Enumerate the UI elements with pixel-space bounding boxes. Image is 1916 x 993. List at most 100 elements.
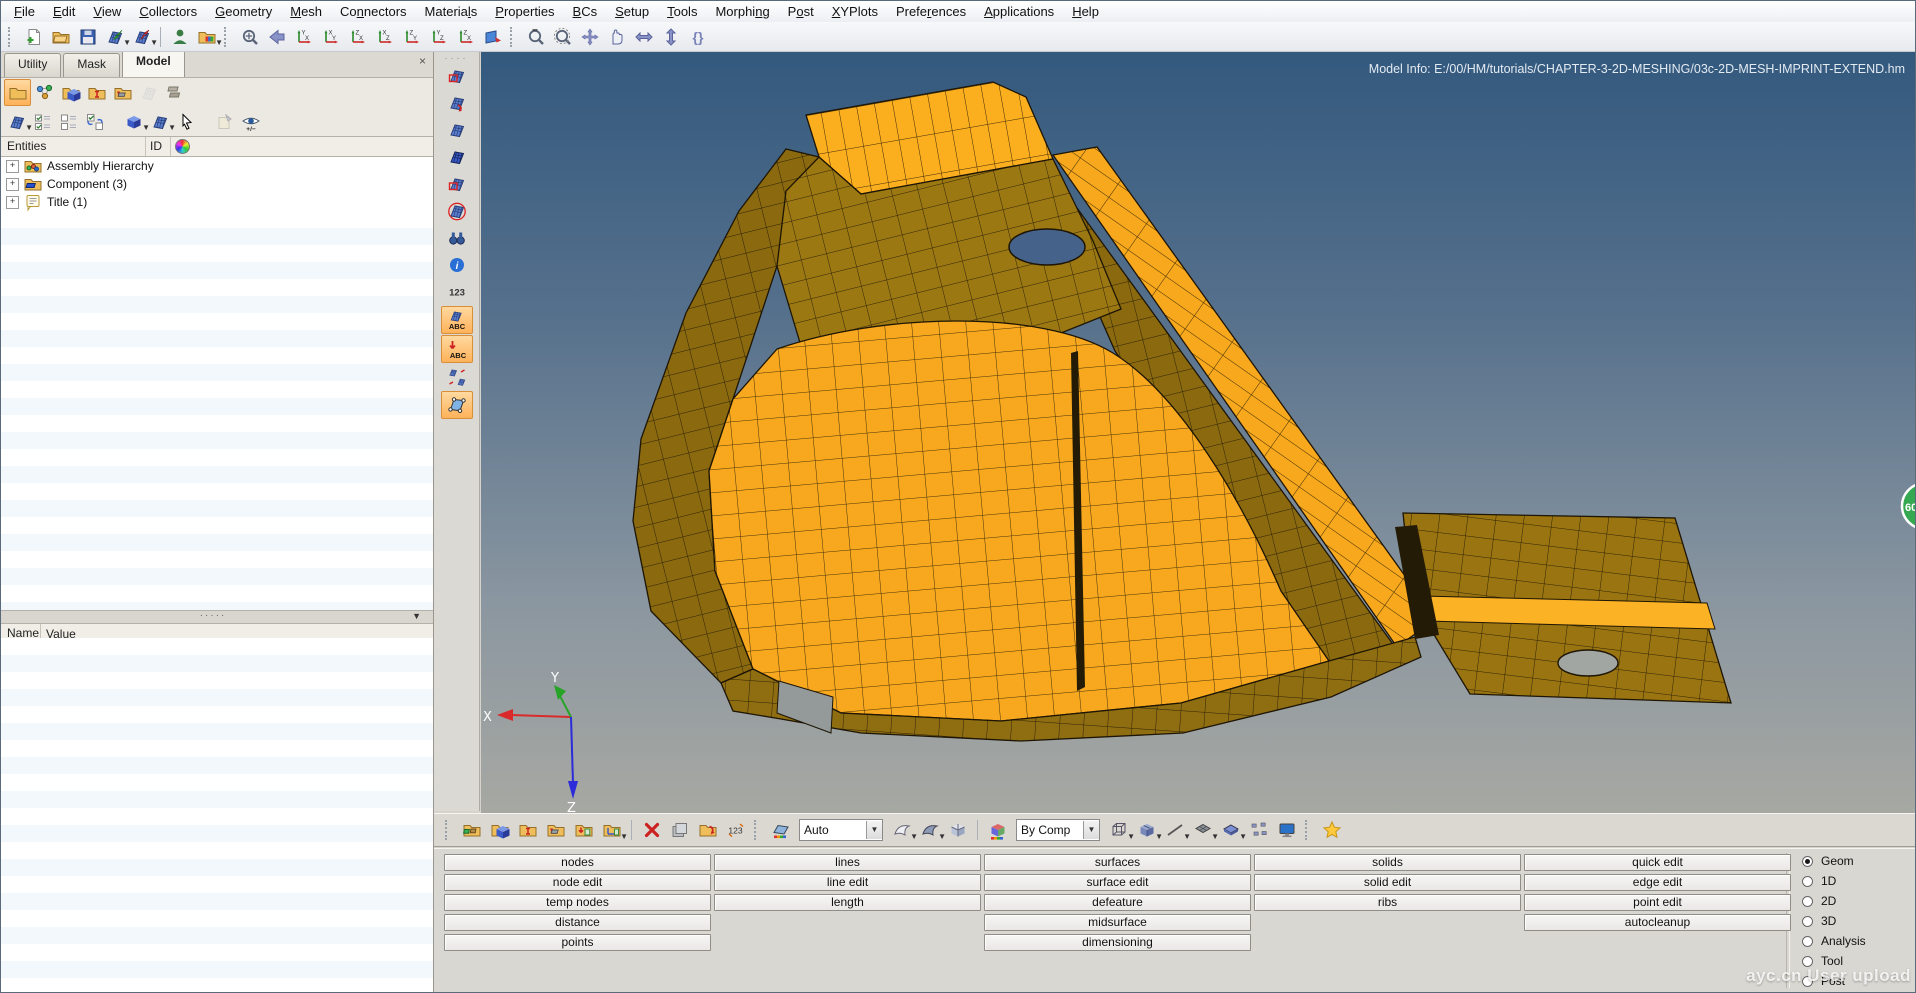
radio-icon[interactable] bbox=[1802, 956, 1813, 967]
splitter-grip-icon[interactable]: ····· bbox=[200, 610, 227, 621]
panel-button-node-edit[interactable]: node edit bbox=[444, 874, 711, 891]
menu-xyplots[interactable]: XYPlots bbox=[823, 3, 887, 20]
expand-plus-icon[interactable]: + bbox=[6, 160, 19, 173]
menu-geometry[interactable]: Geometry bbox=[206, 3, 281, 20]
export-button[interactable]: ▼ bbox=[129, 24, 154, 49]
mesh-face-arm[interactable] bbox=[1403, 513, 1731, 703]
display-geometry-button[interactable]: ▼ bbox=[4, 109, 29, 134]
menu-preferences[interactable]: Preferences bbox=[887, 3, 975, 20]
id-column-header[interactable]: ID bbox=[146, 137, 171, 156]
menu-applications[interactable]: Applications bbox=[975, 3, 1063, 20]
panel-button-distance[interactable]: distance bbox=[444, 914, 711, 931]
chevron-down-icon[interactable]: ▼ bbox=[1083, 821, 1099, 839]
load-labels-button[interactable]: ABC bbox=[441, 335, 473, 363]
zoom-out-button[interactable] bbox=[523, 24, 548, 49]
component-display-button[interactable]: ▼ bbox=[121, 109, 146, 134]
panel-button-point-edit[interactable]: point edit bbox=[1524, 894, 1791, 911]
entity-info-button[interactable]: i bbox=[442, 252, 472, 278]
plot-collector-button[interactable]: ▼ bbox=[599, 818, 624, 843]
view-iso-button[interactable]: ZX bbox=[453, 24, 478, 49]
element-labels-button[interactable]: ABC bbox=[441, 306, 473, 334]
checkbox-tree-on-button[interactable] bbox=[30, 109, 55, 134]
page-radio-analysis[interactable]: Analysis bbox=[1802, 933, 1866, 949]
component-view-button[interactable] bbox=[58, 80, 83, 105]
favorites-button[interactable] bbox=[1319, 818, 1344, 843]
tree-item[interactable]: +Assembly Hierarchy bbox=[1, 157, 433, 175]
view-yz-button[interactable]: YZ bbox=[426, 24, 451, 49]
tab-utility[interactable]: Utility bbox=[4, 53, 61, 77]
expand-plus-icon[interactable]: + bbox=[6, 178, 19, 191]
card-image-button[interactable] bbox=[667, 818, 692, 843]
menu-view[interactable]: View bbox=[84, 3, 130, 20]
angle-brackets-button[interactable]: {} bbox=[685, 24, 710, 49]
tab-model[interactable]: Model bbox=[122, 50, 185, 77]
panel-button-solids[interactable]: solids bbox=[1254, 854, 1521, 871]
panel-button-solid-edit[interactable]: solid edit bbox=[1254, 874, 1521, 891]
free-elements-button[interactable] bbox=[1246, 818, 1271, 843]
chevron-down-icon[interactable]: ▼ bbox=[150, 38, 158, 47]
view-yx-button[interactable]: YX bbox=[291, 24, 316, 49]
notification-badge[interactable]: 60 bbox=[1902, 483, 1916, 529]
assembly-collector-button[interactable] bbox=[459, 818, 484, 843]
surface-shaded-button[interactable]: ▼ bbox=[917, 818, 942, 843]
collapse-arrow-icon[interactable]: ▼ bbox=[412, 611, 421, 621]
menu-edit[interactable]: Edit bbox=[44, 3, 84, 20]
include-view-button[interactable] bbox=[84, 80, 109, 105]
radio-icon[interactable] bbox=[1802, 936, 1813, 947]
panel-button-surfaces[interactable]: surfaces bbox=[984, 854, 1251, 871]
menu-morphing[interactable]: Morphing bbox=[706, 3, 778, 20]
tree-item[interactable]: +Component (3) bbox=[1, 175, 433, 193]
tab-mask[interactable]: Mask bbox=[63, 53, 120, 77]
color-wheel-icon[interactable] bbox=[175, 139, 190, 154]
geometry-style-combo[interactable]: Auto▼ bbox=[799, 819, 883, 841]
performance-graphics-button[interactable] bbox=[1274, 818, 1299, 843]
wireframe-elements-button[interactable]: ▼ bbox=[1106, 818, 1131, 843]
shaded-elements-button[interactable]: ▼ bbox=[1134, 818, 1159, 843]
load-collector-button[interactable] bbox=[571, 818, 596, 843]
menu-file[interactable]: File bbox=[5, 3, 44, 20]
import-button[interactable]: ▼ bbox=[102, 24, 127, 49]
previous-view-button[interactable] bbox=[264, 24, 289, 49]
radio-icon[interactable] bbox=[1802, 856, 1813, 867]
pan-button[interactable] bbox=[604, 24, 629, 49]
elements-3d-button[interactable]: ▼ bbox=[1218, 818, 1243, 843]
fit-view-button[interactable] bbox=[577, 24, 602, 49]
panel-button-lines[interactable]: lines bbox=[714, 854, 981, 871]
panel-button-points[interactable]: points bbox=[444, 934, 711, 951]
page-radio-geom[interactable]: Geom bbox=[1802, 853, 1854, 869]
page-radio-3d[interactable]: 3D bbox=[1802, 913, 1836, 929]
panel-button-edge-edit[interactable]: edge edit bbox=[1524, 874, 1791, 891]
view-zx-button[interactable]: ZX bbox=[345, 24, 370, 49]
panel-button-defeature[interactable]: defeature bbox=[984, 894, 1251, 911]
arrows-vertical-button[interactable] bbox=[658, 24, 683, 49]
system-view-button[interactable] bbox=[110, 80, 135, 105]
find-entities-button[interactable] bbox=[442, 225, 472, 251]
show-hide-button[interactable]: +/− bbox=[238, 109, 263, 134]
graphics-viewport[interactable]: Model Info: E:/00/HM/tutorials/CHAPTER-3… bbox=[481, 51, 1915, 813]
element-color-combo[interactable]: By Comp▼ bbox=[1016, 819, 1100, 841]
panel-button-autocleanup[interactable]: autocleanup bbox=[1524, 914, 1791, 931]
display-geom-handles-button[interactable] bbox=[442, 63, 472, 89]
include-collector-button[interactable] bbox=[515, 818, 540, 843]
display-wireframe-elements-button[interactable] bbox=[442, 117, 472, 143]
visualization-options-button[interactable] bbox=[441, 391, 473, 419]
elements-1d-button[interactable]: ▼ bbox=[1162, 818, 1187, 843]
checkbox-tree-off-button[interactable] bbox=[56, 109, 81, 134]
element-color-mode-button[interactable] bbox=[985, 818, 1010, 843]
numbers-display-button[interactable]: 123 bbox=[442, 279, 472, 305]
color-settings-button[interactable]: ▼ bbox=[194, 24, 219, 49]
panel-button-line-edit[interactable]: line edit bbox=[714, 874, 981, 891]
menu-setup[interactable]: Setup bbox=[606, 3, 658, 20]
menu-materials[interactable]: Materials bbox=[416, 3, 487, 20]
menu-help[interactable]: Help bbox=[1063, 3, 1108, 20]
menu-collectors[interactable]: Collectors bbox=[130, 3, 206, 20]
page-radio-2d[interactable]: 2D bbox=[1802, 893, 1836, 909]
transparent-geometry-button[interactable] bbox=[945, 818, 970, 843]
menu-post[interactable]: Post bbox=[779, 3, 823, 20]
new-session-button[interactable] bbox=[21, 24, 46, 49]
system-collector-button[interactable] bbox=[543, 818, 568, 843]
view-zy-button[interactable]: ZY bbox=[399, 24, 424, 49]
display-element-handles-button[interactable] bbox=[442, 171, 472, 197]
checkbox-swap-button[interactable] bbox=[82, 109, 107, 134]
menu-connectors[interactable]: Connectors bbox=[331, 3, 416, 20]
